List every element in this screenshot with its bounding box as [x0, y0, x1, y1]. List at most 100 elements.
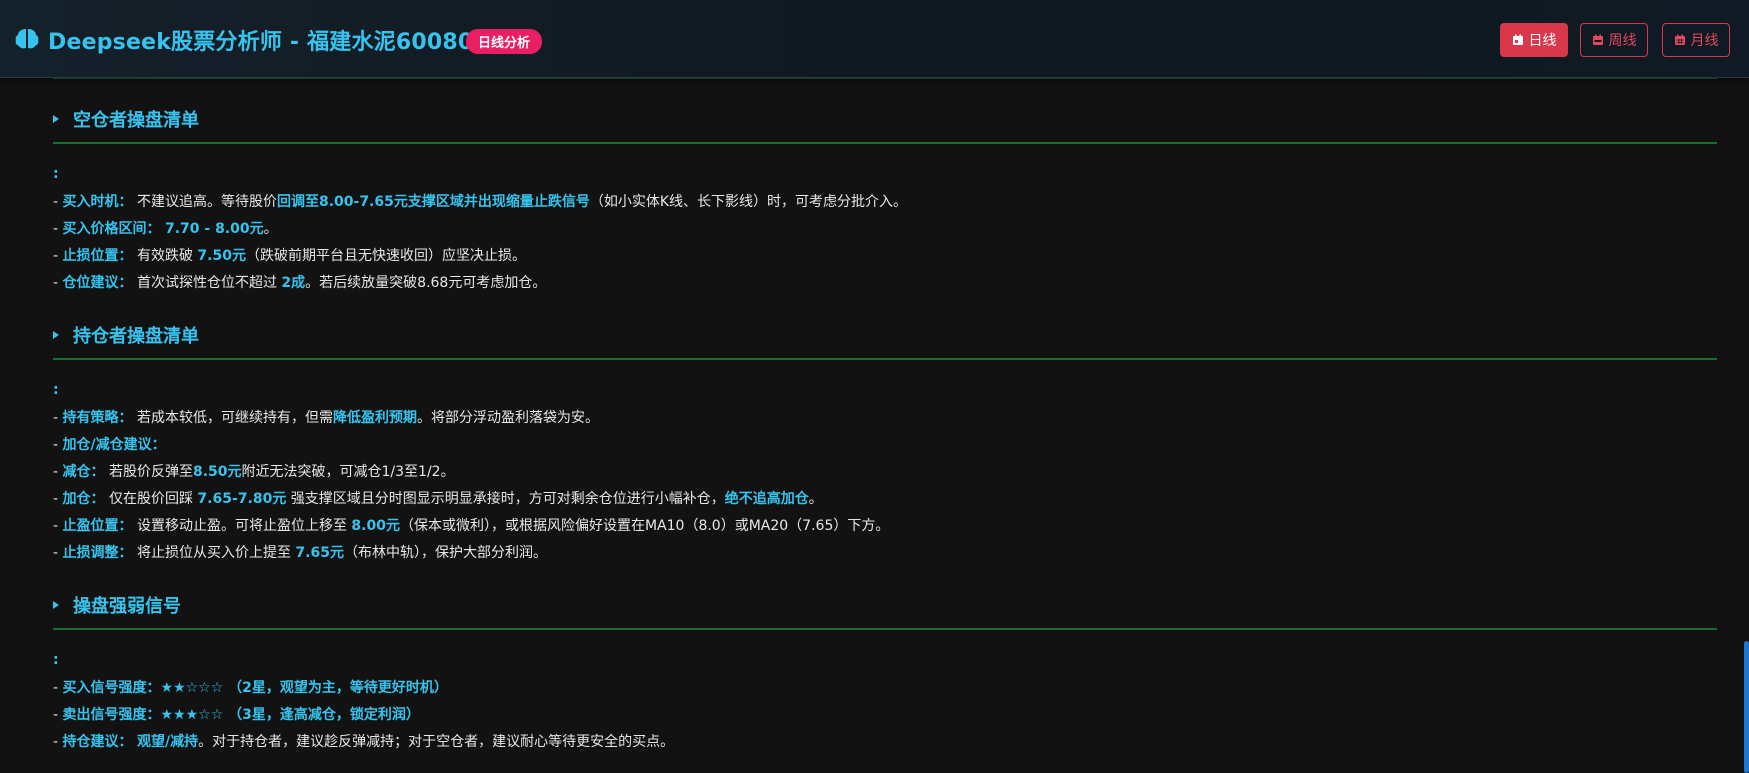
item-text: 首次试探性仓位不超过	[132, 275, 282, 291]
list-item: - 持有策略： 若成本较低，可继续持有，但需降低盈利预期。将部分浮动盈利落袋为安…	[53, 408, 599, 428]
item-text: （布林中轨），保护大部分利润。	[343, 545, 547, 561]
list-item: - 减仓： 若股价反弹至8.50元附近无法突破，可减仓1/3至1/2。	[53, 462, 455, 482]
section-colon: :	[53, 652, 59, 668]
monthly-button-label: 月线	[1690, 33, 1719, 49]
item-text: -	[53, 680, 63, 696]
item-text: -	[53, 491, 63, 507]
item-text: -	[53, 248, 63, 264]
item-text: -	[53, 410, 63, 426]
item-text: -	[53, 275, 63, 291]
item-text: -	[53, 734, 63, 750]
daily-button[interactable]: 日线	[1500, 23, 1568, 57]
highlight-text: 持有策略：	[62, 410, 133, 426]
highlight-text: 持仓建议：	[62, 734, 133, 750]
highlight-text: 仓位建议：	[62, 275, 133, 291]
item-text: -	[53, 194, 63, 210]
item-text: （保本或微利），或根据风险偏好设置在MA10（8.0）或MA20（7.65）下方…	[399, 518, 890, 534]
item-text: 。	[263, 221, 278, 237]
analysis-mode-badge: 日线分析	[466, 29, 543, 54]
item-text: 。	[808, 491, 823, 507]
item-text: -	[53, 221, 63, 237]
list-item: - 加仓： 仅在股价回踩 7.65-7.80元 强支撑区域且分时图显示明显承接时…	[53, 489, 823, 509]
item-text: 。将部分浮动盈利落袋为安。	[416, 410, 599, 426]
list-item: - 持仓建议： 观望/减持。对于持仓者，建议趁反弹减持；对于空仓者，建议耐心等待…	[53, 732, 674, 752]
section-title-empty-position: 空仓者操盘清单	[53, 106, 199, 132]
list-item: - 卖出信号强度：★★★☆☆ （3星，逢高减仓，锁定利润）	[53, 705, 420, 725]
item-text: -	[53, 707, 63, 723]
item-text: 不建议追高。等待股价	[132, 194, 277, 210]
item-text: -	[53, 464, 63, 480]
item-text: 仅在股价回踩	[104, 491, 198, 507]
item-text: （跌破前期平台且无快速收回）应坚决止损。	[245, 248, 526, 264]
item-text: （如小实体K线、长下影线）时，可考虑分批介入。	[589, 194, 908, 210]
section-colon: :	[53, 382, 59, 398]
highlight-text: 观望/减持	[136, 734, 199, 750]
highlight-text: 卖出信号强度：★★★☆☆ （3星，逢高减仓，锁定利润）	[62, 707, 420, 723]
highlight-text: 7.70 - 8.00元	[164, 221, 264, 237]
calendar-day-icon	[1512, 34, 1523, 45]
weekly-button-label: 周线	[1608, 33, 1637, 49]
list-item: - 加仓/减仓建议：	[53, 435, 166, 455]
highlight-text: 7.65-7.80元	[197, 491, 287, 507]
scrollbar-thumb[interactable]	[1744, 641, 1749, 773]
triangle-bullet-icon	[53, 331, 59, 339]
highlight-text: 加仓/减仓建议：	[62, 437, 166, 453]
item-text: 。若后续放量突破8.68元可考虑加仓。	[305, 275, 547, 291]
section-title-signals: 操盘强弱信号	[53, 592, 181, 618]
item-text: -	[53, 437, 63, 453]
section-divider	[53, 628, 1717, 630]
item-text: 若成本较低，可继续持有，但需	[132, 410, 333, 426]
list-item: - 买入时机： 不建议追高。等待股价回调至8.00-7.65元支撑区域并出现缩量…	[53, 192, 907, 212]
highlight-text: 7.50元	[197, 248, 246, 264]
highlight-text: 买入信号强度：★★☆☆☆ （2星，观望为主，等待更好时机）	[62, 680, 448, 696]
list-item: - 仓位建议： 首次试探性仓位不超过 2成。若后续放量突破8.68元可考虑加仓。	[53, 273, 546, 293]
triangle-bullet-icon	[53, 115, 59, 123]
item-text: 附近无法突破，可减仓1/3至1/2。	[241, 464, 455, 480]
item-text: 。对于持仓者，建议趁反弹减持；对于空仓者，建议耐心等待更安全的买点。	[198, 734, 675, 750]
daily-button-label: 日线	[1528, 33, 1557, 49]
highlight-text: 2成	[281, 275, 306, 291]
section-divider	[53, 142, 1717, 144]
highlight-text: 止损调整：	[62, 545, 133, 561]
app-title: Deepseek股票分析师 - 福建水泥600802	[48, 30, 489, 55]
app-header: Deepseek股票分析师 - 福建水泥600802 日线分析 日线 周线 月线	[0, 0, 1749, 78]
analysis-content: 空仓者操盘清单 : - 买入时机： 不建议追高。等待股价回调至8.00-7.65…	[0, 78, 1749, 773]
list-item: - 止损调整： 将止损位从买入价上提至 7.65元（布林中轨），保护大部分利润。	[53, 543, 547, 563]
item-text: 强支撑区域且分时图显示明显承接时，方可对剩余仓位进行小幅补仓，	[286, 491, 725, 507]
highlight-text: 8.50元	[192, 464, 242, 480]
highlight-text: 回调至8.00-7.65元支撑区域并出现缩量止跌信号	[276, 194, 590, 210]
highlight-text: 加仓：	[62, 491, 105, 507]
highlight-text: 止损位置：	[62, 248, 133, 264]
calendar-week-icon	[1592, 34, 1603, 45]
item-text: -	[53, 545, 63, 561]
item-text: -	[53, 518, 63, 534]
divider	[53, 78, 1717, 79]
section-title-text: 持仓者操盘清单	[73, 326, 199, 347]
brain-icon	[15, 29, 39, 49]
highlight-text: 减仓：	[62, 464, 105, 480]
list-item: - 止损位置： 有效跌破 7.50元（跌破前期平台且无快速收回）应坚决止损。	[53, 246, 526, 266]
item-text: 有效跌破	[132, 248, 198, 264]
highlight-text: 8.00元	[351, 518, 400, 534]
section-divider	[53, 358, 1717, 360]
item-text: 设置移动止盈。可将止盈位上移至	[132, 518, 352, 534]
highlight-text: 买入价格区间：	[62, 221, 161, 237]
highlight-text: 7.65元	[295, 545, 344, 561]
highlight-text: 止盈位置：	[62, 518, 133, 534]
section-colon: :	[53, 166, 59, 182]
section-title-text: 空仓者操盘清单	[73, 110, 199, 131]
monthly-button[interactable]: 月线	[1662, 23, 1730, 57]
item-text: 若股价反弹至	[104, 464, 193, 480]
list-item: - 止盈位置： 设置移动止盈。可将止盈位上移至 8.00元（保本或微利），或根据…	[53, 516, 889, 536]
highlight-text: 绝不追高加仓	[724, 491, 809, 507]
section-title-holding-position: 持仓者操盘清单	[53, 322, 199, 348]
list-item: - 买入信号强度：★★☆☆☆ （2星，观望为主，等待更好时机）	[53, 678, 448, 698]
highlight-text: 降低盈利预期	[332, 410, 417, 426]
list-item: - 买入价格区间： 7.70 - 8.00元。	[53, 219, 278, 239]
highlight-text: 买入时机：	[62, 194, 133, 210]
weekly-button[interactable]: 周线	[1580, 23, 1648, 57]
triangle-bullet-icon	[53, 601, 59, 609]
item-text: 将止损位从买入价上提至	[132, 545, 296, 561]
section-title-text: 操盘强弱信号	[73, 596, 181, 617]
calendar-month-icon	[1674, 34, 1685, 45]
